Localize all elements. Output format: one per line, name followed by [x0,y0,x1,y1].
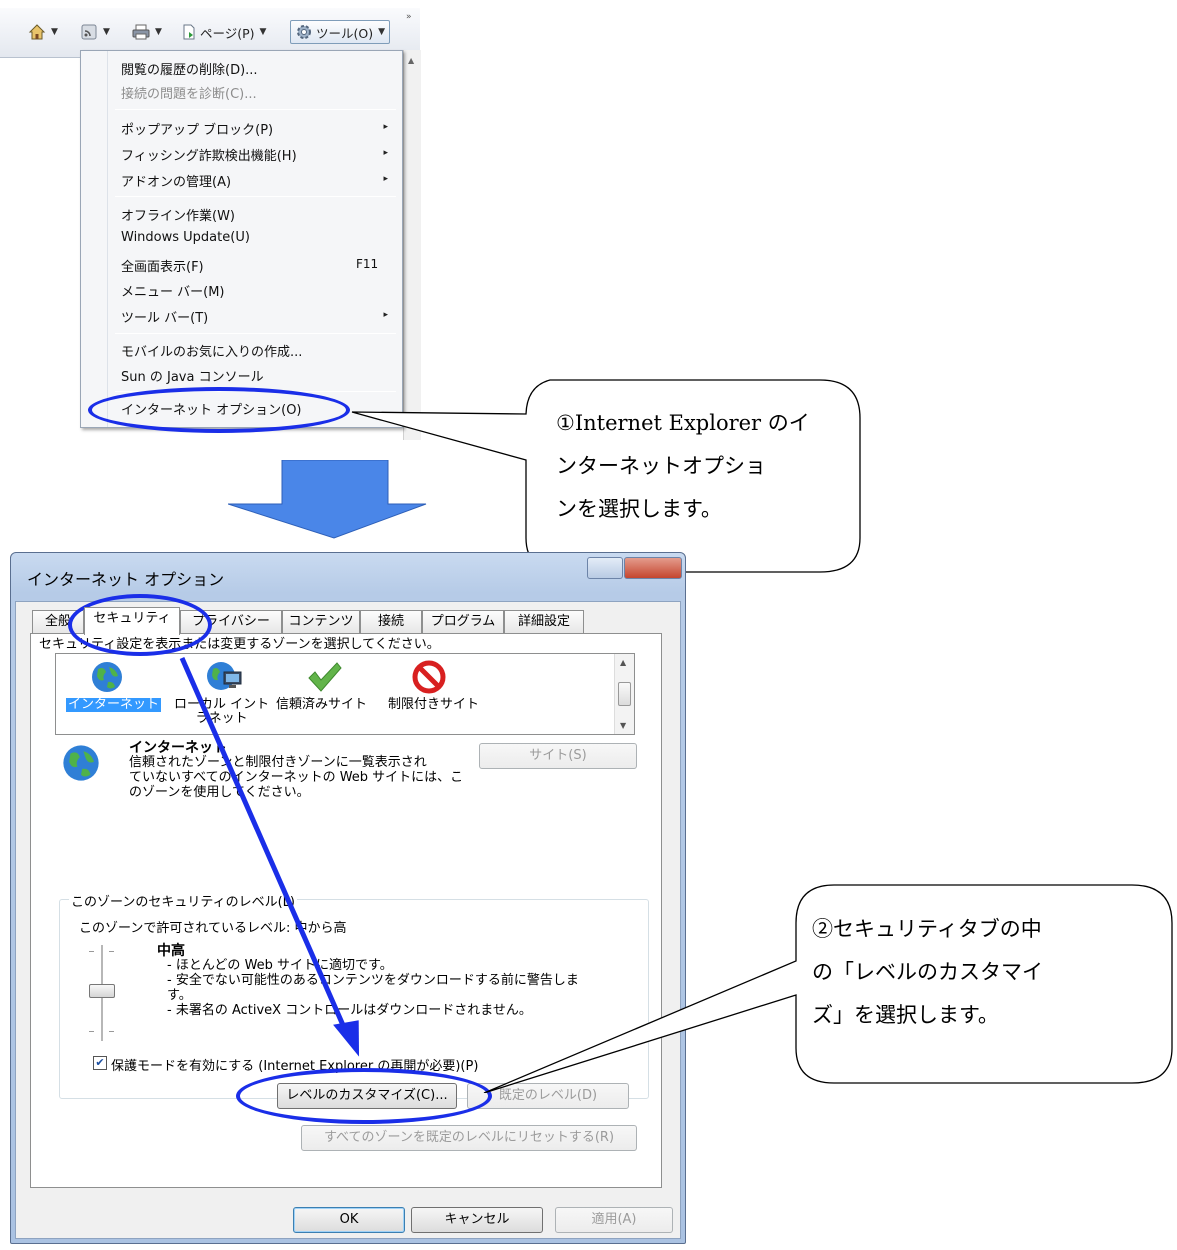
callout-2-line: ズ」を選択します。 [812,1003,999,1027]
chevron-down-icon[interactable]: ▼ [103,27,110,37]
scroll-down-arrow-icon[interactable]: ▼ [620,721,626,730]
slider-tick [109,951,114,952]
dialog-title: インターネット オプション [27,570,225,589]
globe-icon[interactable] [90,660,124,694]
scrollbar-thumb[interactable] [618,682,631,706]
zone-label-internet[interactable]: インターネット [66,698,162,712]
scroll-up-arrow-icon[interactable]: ▲ [408,56,414,65]
feeds-button[interactable]: ▼ [80,20,110,44]
callout-2-line: の「レベルのカスタマイ [812,960,1043,984]
feeds-icon [80,23,98,41]
menu-item-manage-addons[interactable]: アドオンの管理(A) [121,171,231,190]
menu-item-diagnose-connection[interactable]: 接続の問題を診断(C)... [121,83,257,102]
highlight-ellipse-internet-options [88,387,350,433]
menu-item-menu-bar[interactable]: メニュー バー(M) [121,281,225,300]
tab-content[interactable]: コンテンツ [282,610,360,634]
callout-1-line: ンターネットオプショ [556,454,766,478]
menu-item-popup-blocker[interactable]: ポップアップ ブロック(P) [121,119,391,138]
callout-1-line: ンを選択します。 [556,497,722,521]
highlight-ellipse-customize-button [236,1068,492,1124]
help-button[interactable] [587,557,623,579]
ok-button[interactable]: OK [293,1207,405,1233]
tools-menu: 閲覧の履歴の削除(D)... 接続の問題を診断(C)... ポップアップ ブロッ… [80,50,403,428]
page-icon [180,23,198,41]
tools-menu-button[interactable]: ツール(O) ▼ [290,20,391,44]
gear-icon [295,23,313,41]
menu-item-full-screen[interactable]: 全画面表示(F) [121,256,204,275]
callout-1-text: ①Internet Explorer のイ ンターネットオプショ ンを選択します… [556,402,810,531]
page-menu-label: ページ(P) [200,25,255,41]
submenu-arrow-icon: ▸ [383,174,388,184]
submenu-arrow-icon: ▸ [383,122,388,132]
menu-item-delete-history[interactable]: 閲覧の履歴の削除(D)... [121,59,258,78]
slider-tick [89,1031,94,1032]
callout-1-line: ①Internet Explorer のイ [556,411,810,435]
menu-item-mobile-favorites[interactable]: モバイルのお気に入りの作成... [121,341,302,360]
zone-list-scrollbar[interactable]: ▲ ▼ [614,654,634,734]
reset-all-zones-button[interactable]: すべてのゾーンを既定のレベルにリセットする(R) [301,1125,637,1151]
tab-security[interactable]: セキュリティ [84,607,180,635]
print-button[interactable]: ▼ [132,20,162,44]
tools-menu-label: ツール(O) [316,25,374,41]
prohibited-icon[interactable] [412,660,446,694]
menu-separator [115,196,396,197]
close-button[interactable] [624,557,682,579]
menu-separator [115,109,396,110]
slider-tick [109,1031,114,1032]
sites-button[interactable]: サイト(S) [479,743,637,769]
zone-label-restricted-sites[interactable]: 制限付きサイト [388,698,479,712]
menu-separator [115,333,396,334]
apply-button[interactable]: 適用(A) [555,1207,673,1233]
menu-item-label: ポップアップ ブロック(P) [121,123,274,138]
pointer-arrow-graphic [179,656,360,1057]
chevron-down-icon[interactable]: ▼ [155,27,162,37]
chevron-down-icon: ▼ [259,27,267,37]
menu-item-windows-update[interactable]: Windows Update(U) [121,230,250,245]
page-menu-button[interactable]: ページ(P) ▼ [180,20,266,44]
slider-tick [89,951,94,952]
toolbar-overflow-chevron[interactable]: » [406,12,412,22]
tab-connections[interactable]: 接続 [360,610,422,634]
cancel-button[interactable]: キャンセル [411,1207,543,1233]
home-button[interactable]: ▼ [28,20,58,44]
home-icon [28,23,46,41]
callout-2-line: ②セキュリティタブの中 [812,917,1042,941]
protected-mode-checkbox[interactable]: ✔ [93,1056,107,1070]
submenu-arrow-icon: ▸ [383,310,388,320]
tab-programs[interactable]: プログラム [422,610,504,634]
menu-icon-gutter [107,51,108,427]
menu-item-work-offline[interactable]: オフライン作業(W) [121,205,235,224]
submenu-arrow-icon: ▸ [383,148,388,158]
menu-item-java-console[interactable]: Sun の Java コンソール [121,366,264,385]
chevron-down-icon: ▼ [378,27,386,37]
menu-item-phishing-filter[interactable]: フィッシング詐欺検出機能(H) [121,145,297,164]
security-level-slider-thumb[interactable] [89,984,115,998]
menu-item-toolbars[interactable]: ツール バー(T) [121,307,208,326]
globe-icon [61,743,101,783]
tab-advanced[interactable]: 詳細設定 [504,610,584,634]
printer-icon [132,23,150,41]
scroll-up-arrow-icon[interactable]: ▲ [620,658,626,667]
menu-item-shortcut: F11 [356,257,379,271]
callout-2-text: ②セキュリティタブの中 の「レベルのカスタマイ ズ」を選択します。 [812,908,1043,1037]
chevron-down-icon[interactable]: ▼ [51,27,58,37]
